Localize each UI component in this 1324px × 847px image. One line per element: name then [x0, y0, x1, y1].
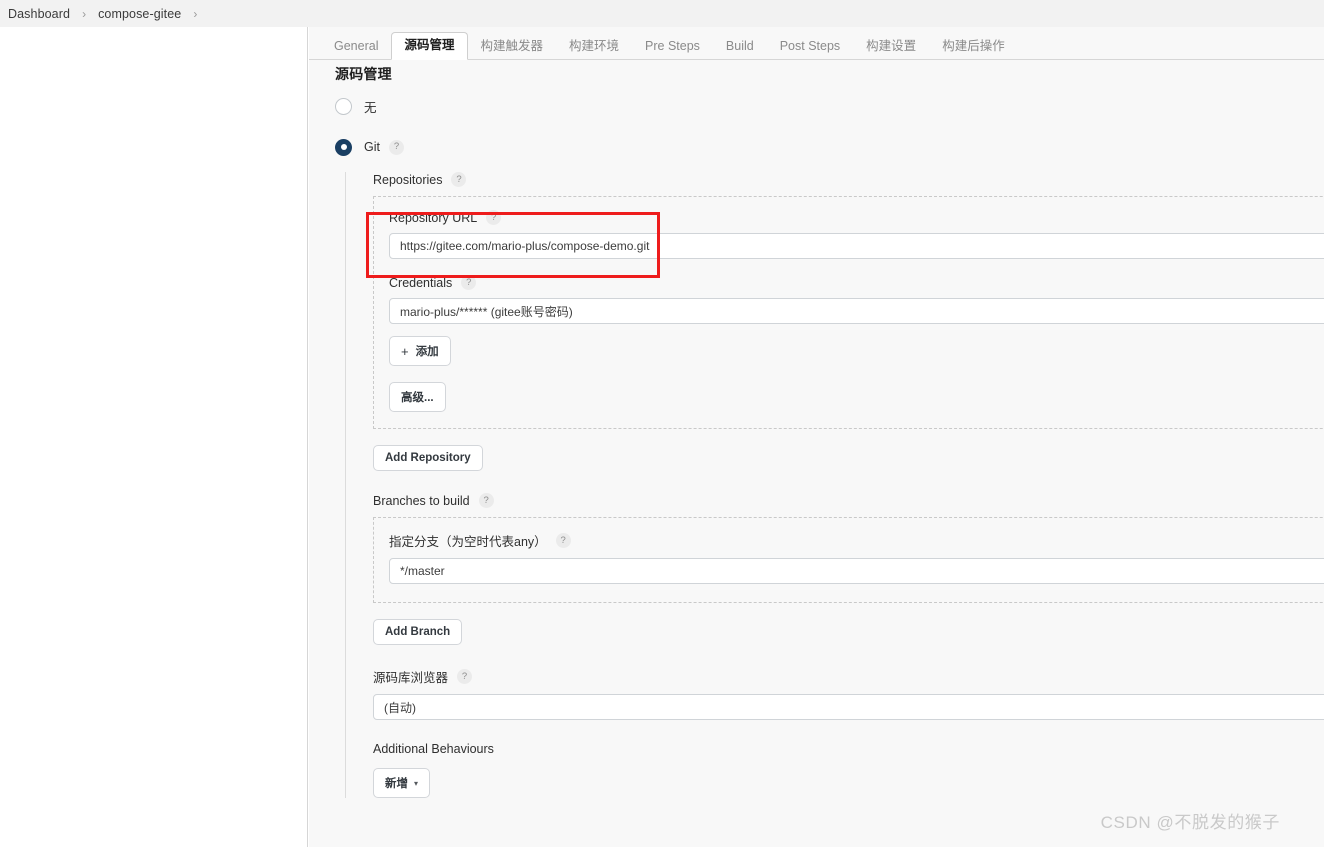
breadcrumb-separator-icon: ›	[82, 6, 87, 21]
branch-specifier-label-row: 指定分支（为空时代表any） ?	[389, 531, 1324, 550]
add-repository-button[interactable]: Add Repository	[373, 445, 483, 471]
watermark: CSDN @不脱发的猴子	[1100, 813, 1280, 832]
credentials-label-row: Credentials ?	[389, 275, 1324, 290]
tab-pre-steps[interactable]: Pre Steps	[632, 33, 713, 60]
sidebar-panel	[0, 27, 308, 847]
config-tabbar: General 源码管理 构建触发器 构建环境 Pre Steps Build …	[309, 32, 1324, 60]
breadcrumb: Dashboard › compose-gitee ›	[0, 0, 1324, 27]
help-icon-credentials[interactable]: ?	[461, 275, 477, 290]
breadcrumb-separator-icon: ›	[193, 6, 198, 21]
scm-option-git[interactable]: Git ?	[335, 136, 1324, 158]
radio-none[interactable]	[335, 97, 352, 115]
chevron-down-icon: ▾	[414, 778, 419, 788]
git-settings-block: Repositories ? Repository URL ? Credenti…	[345, 172, 1324, 798]
additional-behaviours-label: Additional Behaviours	[373, 742, 494, 756]
tab-build[interactable]: Build	[713, 33, 767, 60]
help-icon-branch-specifier[interactable]: ?	[555, 533, 571, 548]
breadcrumb-item-dashboard[interactable]: Dashboard	[8, 7, 70, 21]
repositories-label-row: Repositories ?	[373, 172, 1324, 187]
repository-advanced-button[interactable]: 高级...	[389, 382, 446, 412]
help-icon-repository-url[interactable]: ?	[486, 210, 502, 225]
help-icon-repositories[interactable]: ?	[451, 172, 467, 187]
radio-git[interactable]	[335, 138, 352, 156]
branch-specifier-input[interactable]	[389, 558, 1324, 584]
plus-icon: +	[401, 343, 409, 359]
tab-build-settings[interactable]: 构建设置	[853, 33, 929, 60]
repositories-label: Repositories	[373, 172, 443, 187]
help-icon-repository-browser[interactable]: ?	[457, 669, 473, 684]
repository-browser-label-row: 源码库浏览器 ?	[373, 667, 1324, 686]
tab-post-build-actions[interactable]: 构建后操作	[929, 33, 1018, 60]
repository-url-label-row: Repository URL ?	[389, 210, 1324, 225]
tab-general[interactable]: General	[321, 33, 391, 60]
help-icon-branches-to-build[interactable]: ?	[478, 493, 494, 508]
credentials-label: Credentials	[389, 275, 453, 290]
scm-option-git-label: Git	[364, 140, 380, 154]
repository-browser-label: 源码库浏览器	[373, 671, 449, 685]
tab-build-triggers[interactable]: 构建触发器	[468, 33, 557, 60]
help-icon-git[interactable]: ?	[388, 139, 404, 155]
repository-url-label: Repository URL	[389, 210, 478, 225]
scm-option-none-label: 无	[364, 100, 377, 115]
add-credentials-label: 添加	[415, 346, 439, 358]
scm-form: 无 Git ? Repositories ? Repository URL ? …	[309, 95, 1324, 798]
repository-url-input[interactable]	[389, 233, 1324, 259]
add-credentials-button[interactable]: + 添加	[389, 336, 451, 366]
add-behaviour-label: 新增	[385, 778, 408, 790]
add-behaviour-button[interactable]: 新增 ▾	[373, 768, 431, 798]
tab-post-steps[interactable]: Post Steps	[767, 33, 853, 60]
branch-entry: 指定分支（为空时代表any） ?	[373, 517, 1324, 603]
repository-entry: Repository URL ? Credentials ? + 添加	[373, 196, 1324, 429]
repository-browser-select[interactable]	[373, 694, 1324, 720]
branches-to-build-label: Branches to build	[373, 493, 470, 508]
breadcrumb-item-job[interactable]: compose-gitee	[98, 7, 181, 21]
credentials-select[interactable]	[389, 298, 1324, 324]
main-content: General 源码管理 构建触发器 构建环境 Pre Steps Build …	[309, 27, 1324, 847]
scm-option-none[interactable]: 无	[335, 95, 1324, 117]
branch-specifier-label: 指定分支（为空时代表any）	[389, 535, 547, 549]
tab-build-environment[interactable]: 构建环境	[556, 33, 632, 60]
add-branch-button[interactable]: Add Branch	[373, 619, 463, 645]
branches-to-build-label-row: Branches to build ?	[373, 493, 1324, 508]
jenkins-job-config-page: Dashboard › compose-gitee › General 源码管理…	[0, 0, 1324, 847]
page-title: 源码管理	[335, 66, 392, 82]
tab-source-code-management[interactable]: 源码管理	[391, 32, 468, 60]
